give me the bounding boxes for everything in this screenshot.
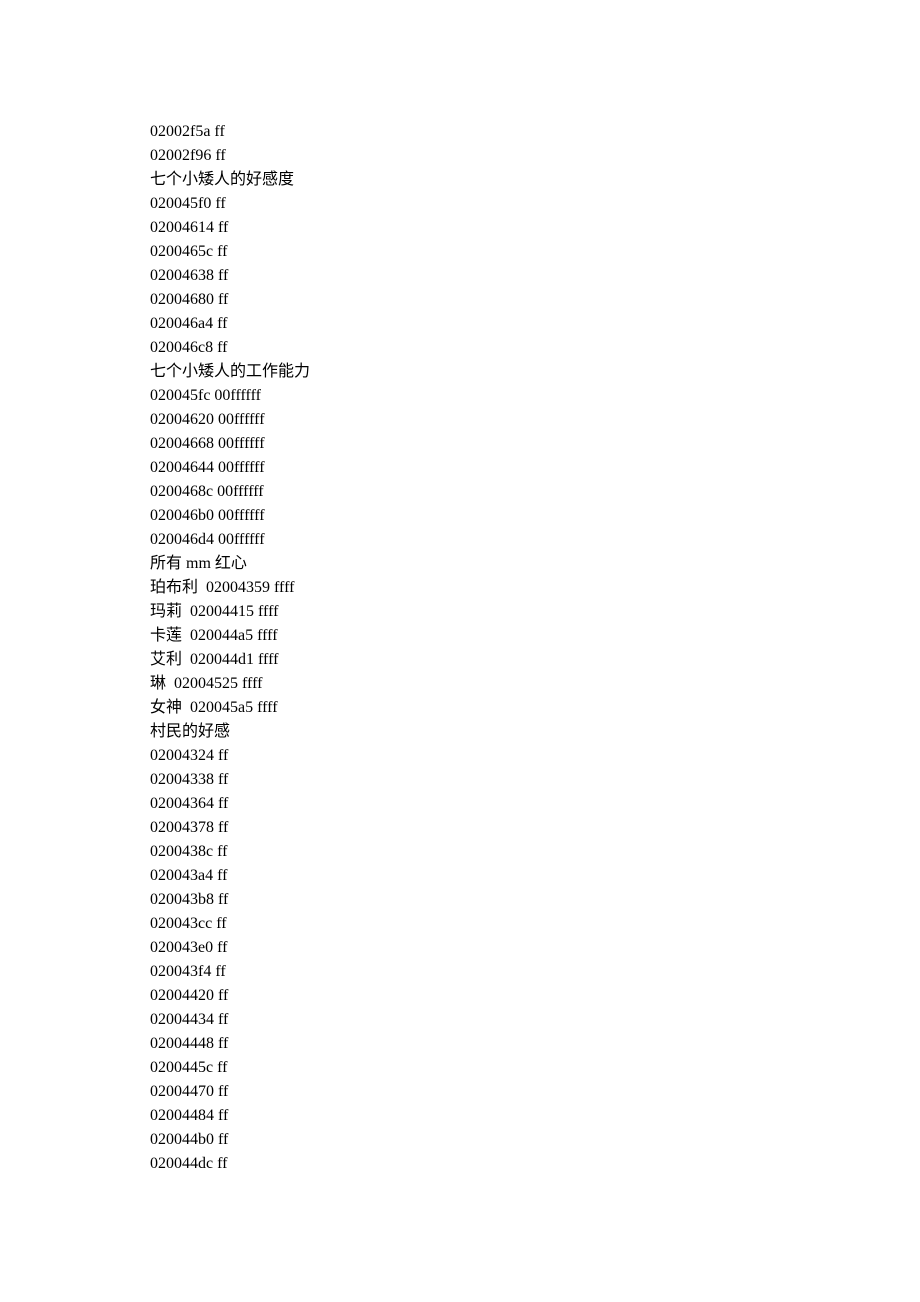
text-line: 020043a4 ff <box>150 864 920 888</box>
text-line: 女神 020045a5 ffff <box>150 696 920 720</box>
text-line: 02004644 00ffffff <box>150 456 920 480</box>
text-line: 0200445c ff <box>150 1056 920 1080</box>
text-line: 0200465c ff <box>150 240 920 264</box>
text-line: 020043f4 ff <box>150 960 920 984</box>
text-line: 琳 02004525 ffff <box>150 672 920 696</box>
text-line: 020046b0 00ffffff <box>150 504 920 528</box>
text-line: 020045fc 00ffffff <box>150 384 920 408</box>
text-line: 艾利 020044d1 ffff <box>150 648 920 672</box>
text-line: 卡莲 020044a5 ffff <box>150 624 920 648</box>
text-line: 七个小矮人的好感度 <box>150 168 920 192</box>
text-line: 020044dc ff <box>150 1152 920 1176</box>
text-line: 02004668 00ffffff <box>150 432 920 456</box>
text-line: 02004614 ff <box>150 216 920 240</box>
text-line: 02004324 ff <box>150 744 920 768</box>
text-line: 玛莉 02004415 ffff <box>150 600 920 624</box>
text-line: 020043cc ff <box>150 912 920 936</box>
text-line: 02004420 ff <box>150 984 920 1008</box>
text-line: 02002f5a ff <box>150 120 920 144</box>
text-line: 02004448 ff <box>150 1032 920 1056</box>
text-line: 02004378 ff <box>150 816 920 840</box>
text-line: 0200438c ff <box>150 840 920 864</box>
text-line: 020043e0 ff <box>150 936 920 960</box>
text-line: 02004470 ff <box>150 1080 920 1104</box>
text-line: 0200468c 00ffffff <box>150 480 920 504</box>
text-line: 02002f96 ff <box>150 144 920 168</box>
text-line: 020043b8 ff <box>150 888 920 912</box>
text-line: 020046d4 00ffffff <box>150 528 920 552</box>
text-line: 020046c8 ff <box>150 336 920 360</box>
text-line: 02004364 ff <box>150 792 920 816</box>
text-line: 02004638 ff <box>150 264 920 288</box>
text-line: 珀布利 02004359 ffff <box>150 576 920 600</box>
text-line: 所有 mm 红心 <box>150 552 920 576</box>
text-line: 020045f0 ff <box>150 192 920 216</box>
text-line: 020046a4 ff <box>150 312 920 336</box>
text-line: 02004484 ff <box>150 1104 920 1128</box>
text-line: 020044b0 ff <box>150 1128 920 1152</box>
document-content: 02002f5a ff02002f96 ff七个小矮人的好感度020045f0 … <box>150 120 920 1176</box>
text-line: 02004338 ff <box>150 768 920 792</box>
text-line: 村民的好感 <box>150 720 920 744</box>
text-line: 02004434 ff <box>150 1008 920 1032</box>
text-line: 02004620 00ffffff <box>150 408 920 432</box>
text-line: 七个小矮人的工作能力 <box>150 360 920 384</box>
text-line: 02004680 ff <box>150 288 920 312</box>
